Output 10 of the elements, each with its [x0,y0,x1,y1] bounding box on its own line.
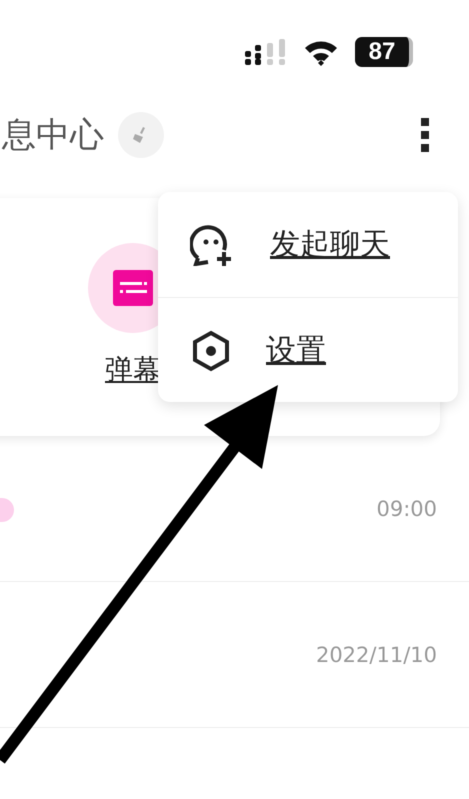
shortcut-link[interactable]: 弹幕 [105,351,161,389]
settings-icon [190,330,232,372]
message-time: 2022/11/10 [316,642,437,666]
more-icon[interactable] [421,118,429,152]
page-title: 息中心 [2,114,104,157]
menu-item[interactable]: 发起聊天 [270,224,390,265]
battery-level: 87 [368,38,396,66]
menu-item[interactable]: 设置 [266,330,326,371]
message-time: 09:00 [376,496,437,520]
signal-icon [245,39,287,65]
